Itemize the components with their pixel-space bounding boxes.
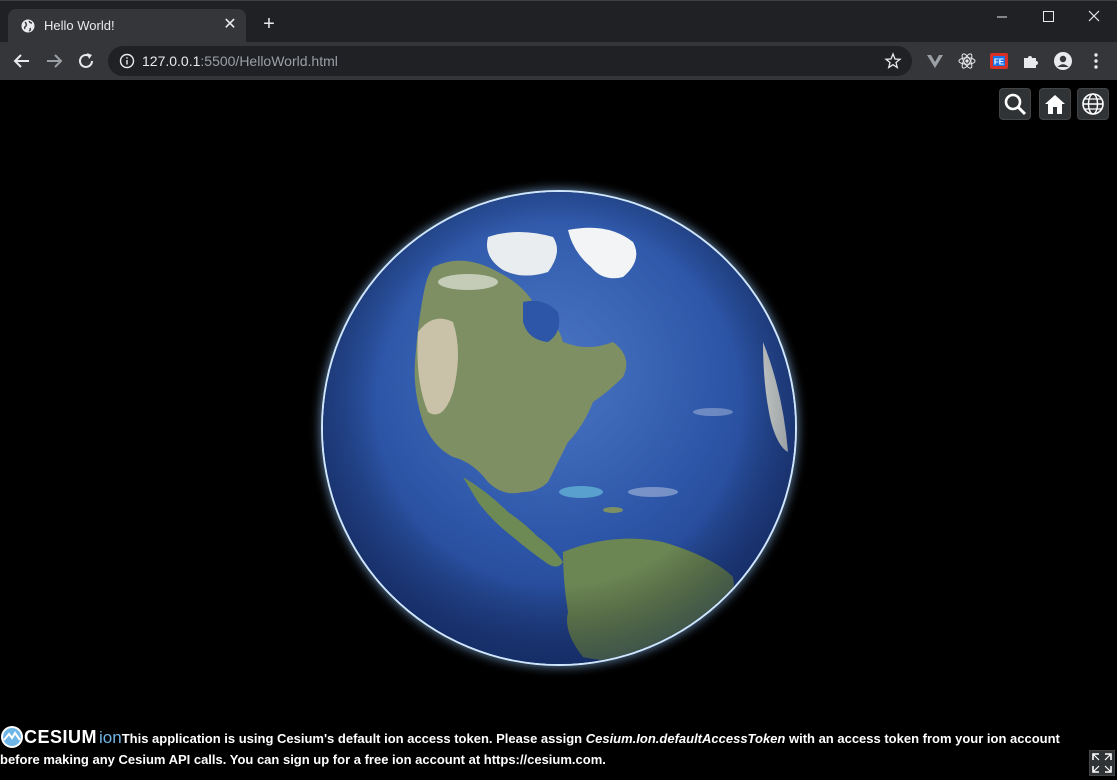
cesium-ion-logo[interactable]: CESIUM ion <box>0 725 122 749</box>
earth-globe[interactable] <box>323 192 795 664</box>
close-window-button[interactable] <box>1071 5 1117 29</box>
maximize-button[interactable] <box>1025 5 1071 29</box>
credit-text-1: This application is using Cesium's defau… <box>121 731 586 746</box>
credit-token-name: Cesium.Ion.defaultAccessToken <box>585 731 786 746</box>
back-icon[interactable] <box>11 50 33 72</box>
new-tab-button[interactable]: + <box>259 14 279 34</box>
continents-graphic <box>323 192 795 664</box>
logo-ion-text: ion <box>99 728 122 747</box>
menu-kebab-icon[interactable] <box>1086 51 1106 71</box>
home-button[interactable] <box>1039 88 1071 120</box>
search-icon <box>1004 93 1027 116</box>
url-host: 127.0.0.1 <box>142 53 201 69</box>
svg-text:FE: FE <box>994 58 1005 67</box>
tab-hello-world[interactable]: Hello World! ✕ <box>8 9 246 43</box>
url-text[interactable]: 127.0.0.1:5500/HelloWorld.html <box>142 53 338 69</box>
vue-devtools-icon[interactable] <box>925 51 945 71</box>
credit-end: . <box>602 752 606 767</box>
tab-close-button[interactable]: ✕ <box>222 17 238 33</box>
reload-icon[interactable] <box>75 50 97 72</box>
globe-favicon-icon <box>21 19 35 33</box>
scene-mode-button[interactable] <box>1077 88 1109 120</box>
extensions-puzzle-icon[interactable] <box>1021 51 1041 71</box>
fe-helper-icon[interactable]: FE <box>989 51 1009 71</box>
logo-cesium-text: CESIUM <box>24 727 98 747</box>
home-icon <box>1045 95 1065 114</box>
cesium-link[interactable]: https://cesium.com <box>484 752 602 767</box>
tab-title: Hello World! <box>44 18 115 33</box>
browser-chrome: Hello World! ✕ + 127.0.0.1:5500/HelloWor… <box>0 0 1117 80</box>
geocoder-search-button[interactable] <box>999 88 1031 120</box>
cesium-viewer[interactable]: CESIUM ion This application is using Cesi… <box>0 80 1117 777</box>
react-devtools-icon[interactable] <box>957 51 977 71</box>
star-icon[interactable] <box>884 52 902 70</box>
fullscreen-icon <box>1092 753 1112 773</box>
minimize-button[interactable] <box>979 5 1025 29</box>
profile-icon[interactable] <box>1053 51 1073 71</box>
forward-icon[interactable] <box>43 50 65 72</box>
browser-toolbar: 127.0.0.1:5500/HelloWorld.html FE <box>0 42 1117 80</box>
fullscreen-button[interactable] <box>1089 750 1115 776</box>
credit-banner: CESIUM ion This application is using Cesi… <box>0 725 1090 770</box>
globe-icon <box>1082 93 1104 115</box>
url-path: :5500/HelloWorld.html <box>200 53 338 69</box>
cesium-logo-icon <box>1 726 23 748</box>
info-icon[interactable] <box>119 53 135 69</box>
tab-strip: Hello World! ✕ + <box>0 0 1117 43</box>
address-bar[interactable]: 127.0.0.1:5500/HelloWorld.html <box>108 46 912 76</box>
